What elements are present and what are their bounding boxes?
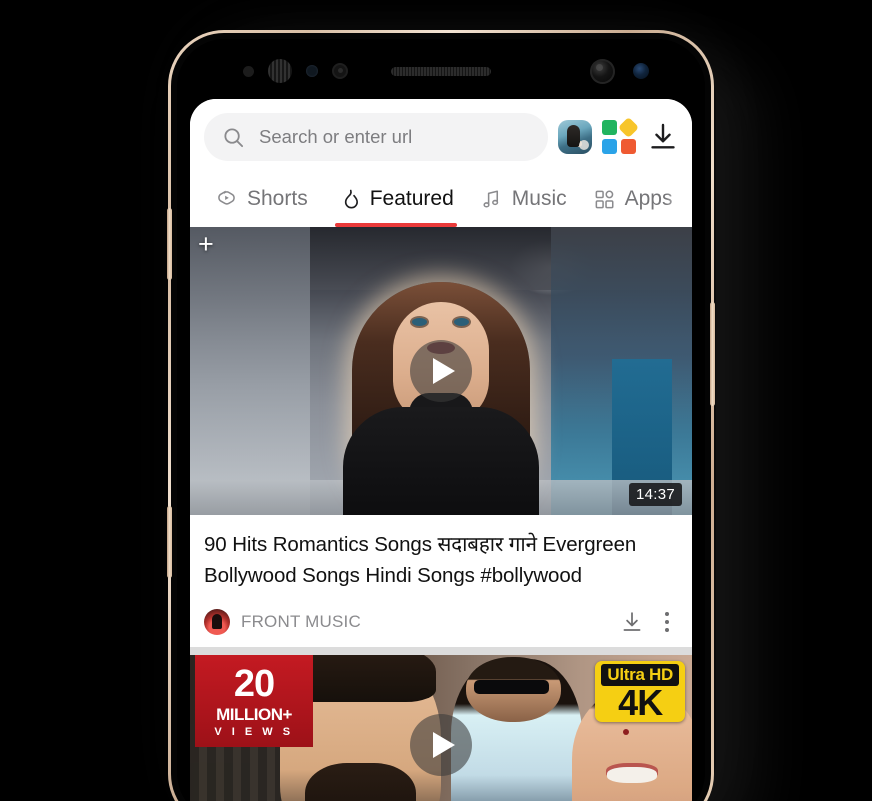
grid-square-green	[602, 120, 617, 135]
video-feed: + 14:37 90 Hits Romantics Songs सदाबहार …	[190, 227, 692, 801]
tab-label-shorts: Shorts	[247, 187, 308, 210]
tab-label-music: Music	[511, 187, 567, 210]
power-button[interactable]	[710, 302, 715, 406]
flame-icon	[344, 189, 358, 209]
ambient-light-sensor-icon	[306, 65, 318, 77]
volume-down-button[interactable]	[167, 506, 172, 578]
quality-badge-main: 4K	[618, 682, 663, 724]
download-icon[interactable]	[646, 120, 680, 154]
video-title: 90 Hits Romantics Songs सदाबहार गाने Eve…	[204, 533, 637, 588]
tab-apps[interactable]: Apps	[580, 171, 686, 227]
apps-grid-icon[interactable]	[602, 116, 640, 154]
browser-toolbar: Search or enter url	[190, 99, 692, 171]
quality-badge: Ultra HD 4K	[595, 661, 685, 724]
views-label: V I E W S	[214, 725, 294, 738]
views-unit: MILLION+	[216, 704, 292, 724]
video-card[interactable]: + 14:37 90 Hits Romantics Songs सदाबहार …	[190, 227, 692, 648]
video-duration: 14:37	[628, 483, 682, 506]
shorts-icon	[218, 190, 235, 205]
grid-square-blue	[602, 139, 617, 154]
video-card-body: 90 Hits Romantics Songs सदाबहार गाने Eve…	[190, 515, 692, 599]
earpiece-speaker	[391, 66, 491, 76]
phone-screen: Search or enter url Shorts Featured Musi…	[190, 99, 692, 801]
music-note-icon	[483, 189, 498, 208]
tab-label-featured: Featured	[369, 187, 454, 210]
tab-label-apps: Apps	[624, 187, 673, 210]
ir-blaster-icon	[332, 63, 348, 79]
proximity-sensor-icon	[243, 65, 254, 77]
apps-icon	[595, 189, 614, 208]
tab-music[interactable]: Music	[467, 171, 580, 227]
tab-featured[interactable]: Featured	[325, 171, 467, 227]
search-icon	[224, 127, 244, 147]
feed-divider	[190, 647, 692, 656]
add-to-list-icon[interactable]: +	[198, 231, 214, 258]
avatar[interactable]	[558, 120, 592, 154]
iris-scanner-icon	[268, 59, 292, 83]
search-placeholder: Search or enter url	[259, 126, 413, 147]
video-thumbnail[interactable]: + 20 MILLION+ V I E W S Ultra HD 4K	[190, 655, 692, 801]
phone-bezel: Search or enter url Shorts Featured Musi…	[177, 39, 705, 801]
tab-shorts[interactable]: Shorts	[202, 171, 321, 227]
depth-camera-icon	[633, 63, 649, 79]
channel-name: FRONT MUSIC	[241, 612, 361, 632]
video-meta-row: FRONT MUSIC	[190, 599, 692, 647]
video-card[interactable]: + 20 MILLION+ V I E W S Ultra HD 4K	[190, 655, 692, 801]
front-camera-icon	[590, 58, 615, 84]
views-count: 20	[233, 662, 275, 705]
phone-top-bezel	[177, 39, 705, 103]
more-vertical-icon[interactable]	[656, 612, 678, 633]
channel-avatar[interactable]	[204, 609, 230, 636]
phone-device: Search or enter url Shorts Featured Musi…	[167, 30, 715, 801]
navigation-tabs: Shorts Featured Music Apps	[190, 171, 692, 227]
video-thumbnail[interactable]: + 14:37	[190, 227, 692, 515]
camera-cluster	[590, 58, 649, 84]
play-icon[interactable]	[410, 714, 472, 777]
download-icon[interactable]	[619, 609, 645, 635]
screenshot-root: Search or enter url Shorts Featured Musi…	[0, 0, 872, 801]
sensor-cluster	[243, 59, 348, 83]
views-badge: 20 MILLION+ V I E W S	[195, 655, 313, 748]
volume-up-button[interactable]	[167, 208, 172, 280]
grid-diamond-yellow	[617, 116, 640, 139]
play-icon[interactable]	[410, 340, 472, 402]
tab-images[interactable]	[685, 171, 692, 227]
search-input[interactable]: Search or enter url	[204, 113, 548, 161]
grid-square-orange	[621, 139, 636, 154]
